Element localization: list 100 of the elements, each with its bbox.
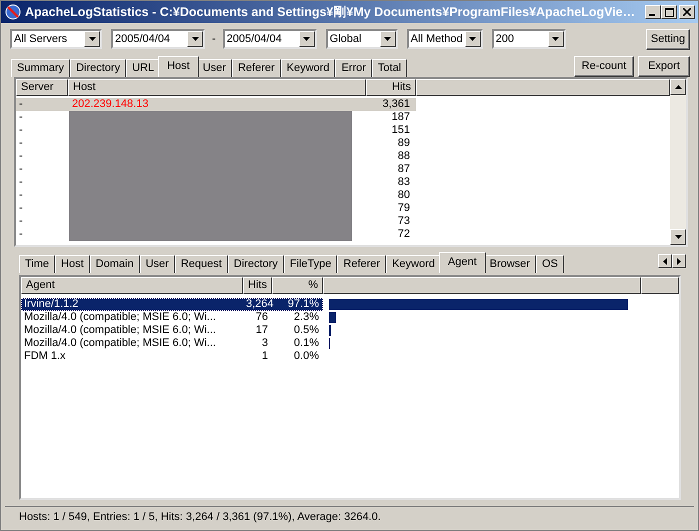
filter-dropdown[interactable]: 2005/04/04 — [111, 29, 205, 49]
table-cell-text: 88 — [396, 150, 411, 163]
scroll-down-icon — [674, 235, 682, 239]
table-cell-text: - — [18, 111, 24, 124]
tab[interactable]: FileType — [284, 255, 338, 273]
table-cell-text: 80 — [396, 189, 411, 202]
dropdown-arrow-icon — [469, 37, 476, 41]
table-row[interactable]: - 72 — [16, 228, 670, 241]
status-bar: Hosts: 1 / 549, Entries: 1 / 5, Hits: 3,264 / 3,361 (97.1%), Average: 3264.0. — [5, 506, 694, 527]
filter-dropdown[interactable]: All Method — [406, 29, 483, 49]
filter-dropdown[interactable]: 200 — [492, 29, 566, 49]
tab[interactable]: Agent — [438, 252, 486, 273]
table-row[interactable]: Mozilla/4.0 (compatible; MSIE 6.0; Wi... 3 0.1% — [21, 337, 323, 350]
column-header[interactable]: Host — [68, 79, 366, 96]
filter-dropdown[interactable]: 2005/04/04 — [222, 29, 317, 49]
tab[interactable]: Referer — [232, 59, 281, 77]
scrollbar[interactable] — [670, 79, 686, 245]
table-cell-text: 76 — [254, 311, 269, 324]
tab[interactable]: Directory — [70, 59, 126, 77]
dropdown-arrow-icon — [192, 37, 198, 41]
tab[interactable]: Error — [335, 59, 372, 77]
table-cell-text: 3 — [260, 337, 269, 350]
tab[interactable]: Browser — [484, 255, 536, 273]
table-cell-text: 17 — [254, 324, 269, 337]
table-cell-text: 2.3% — [292, 311, 320, 324]
table-row[interactable]: Mozilla/4.0 (compatible; MSIE 6.0; Wi... 17 0.5% — [21, 324, 323, 337]
dropdown-arrow-icon — [384, 37, 392, 41]
table-cell-text: - — [18, 189, 24, 202]
table-row[interactable]: - 87 — [16, 163, 670, 176]
filter-dropdown[interactable]: All Servers — [10, 29, 102, 49]
column-header[interactable]: Hits — [366, 79, 416, 96]
table-row[interactable]: FDM 1.x 1 0.0% — [21, 350, 323, 363]
table-cell-text: 89 — [396, 137, 411, 150]
table-cell-text: - — [18, 163, 24, 176]
column-header[interactable]: Server — [16, 79, 68, 96]
table-cell-text: - — [18, 150, 24, 163]
filter-dropdown[interactable]: Global — [326, 29, 398, 49]
table-row[interactable]: - 187 — [16, 111, 670, 124]
table-cell-text: 0.1% — [292, 337, 320, 350]
table-cell-text: 87 — [396, 163, 411, 176]
dropdown-arrow-icon — [303, 37, 310, 41]
tab[interactable]: Total — [372, 59, 408, 77]
tab[interactable]: User — [140, 255, 175, 273]
table-row[interactable]: - 73 — [16, 215, 670, 228]
tab[interactable]: Host — [158, 56, 199, 77]
table-row[interactable]: - 202.239.148.13 3,361 — [16, 98, 416, 111]
table-cell-text: Mozilla/4.0 (compatible; MSIE 6.0; Wi... — [23, 311, 217, 324]
tab[interactable]: Time — [19, 255, 56, 273]
column-header[interactable]: Agent — [21, 277, 243, 294]
table-row[interactable]: - 83 — [16, 176, 670, 189]
table-cell-text: 187 — [390, 111, 411, 124]
tab[interactable]: OS — [536, 255, 564, 273]
recount-button[interactable]: Re-count — [574, 56, 634, 76]
tab[interactable]: Request — [174, 255, 228, 273]
table-row[interactable]: Irvine/1.1.2 3,264 97.1% — [21, 298, 323, 311]
tab[interactable]: Referer — [337, 255, 386, 273]
table-row[interactable]: - 151 — [16, 124, 670, 137]
tab[interactable]: User — [196, 59, 232, 77]
table-row[interactable]: Mozilla/4.0 (compatible; MSIE 6.0; Wi... 76 2.3% — [21, 311, 323, 324]
table-cell-text: - — [18, 202, 24, 215]
scroll-up-icon — [674, 85, 682, 89]
column-header[interactable]: % — [272, 277, 323, 294]
table-cell-text: - — [18, 176, 24, 189]
close-button[interactable] — [679, 5, 695, 19]
right-arrow-icon — [677, 258, 681, 264]
table-row[interactable]: - 88 — [16, 150, 670, 163]
table-cell-text: 97.1% — [286, 298, 320, 311]
table-cell-text: Irvine/1.1.2 — [23, 298, 80, 311]
table-cell-text: 83 — [396, 176, 411, 189]
table-row[interactable]: - 80 — [16, 189, 670, 202]
tab[interactable]: Host — [55, 255, 90, 273]
table-row[interactable]: - 89 — [16, 137, 670, 150]
table-cell-text: 79 — [396, 202, 411, 215]
tab[interactable]: Keyword — [280, 59, 336, 77]
table-cell-text: 0.5% — [292, 324, 320, 337]
table-cell-text: Mozilla/4.0 (compatible; MSIE 6.0; Wi... — [23, 324, 217, 337]
scroll-right-button[interactable] — [672, 254, 686, 268]
export-button[interactable]: Export — [638, 56, 690, 76]
column-header[interactable]: Hits — [243, 277, 272, 294]
tab[interactable]: Summary — [11, 59, 70, 77]
setting-button[interactable]: Setting — [646, 28, 690, 50]
left-arrow-icon — [663, 258, 667, 264]
table-cell-text: - — [18, 215, 24, 228]
table-row[interactable]: - 79 — [16, 202, 670, 215]
table-cell-text: 73 — [396, 215, 411, 228]
date-separator: - — [212, 33, 216, 45]
tab[interactable]: URL — [126, 59, 160, 77]
table-cell-text: Mozilla/4.0 (compatible; MSIE 6.0; Wi... — [23, 337, 217, 350]
scroll-left-button[interactable] — [658, 254, 672, 268]
dropdown-arrow-icon — [88, 37, 96, 41]
tab[interactable]: Domain — [90, 255, 140, 273]
minimize-button[interactable] — [645, 5, 661, 19]
table-cell-text: 3,264 — [245, 298, 272, 311]
tab[interactable]: Directory — [228, 255, 284, 273]
table-cell-text: 151 — [390, 124, 411, 137]
window-title: ApacheLogStatistics - C:¥Documents and Settings¥剛¥My Documents¥ProgramFiles¥ApacheLogVie… — [25, 4, 636, 20]
maximize-button[interactable] — [661, 5, 677, 19]
tab[interactable]: Keyword — [386, 255, 441, 273]
table-cell-text: 3,361 — [381, 98, 411, 111]
table-cell-text: 72 — [396, 228, 411, 241]
